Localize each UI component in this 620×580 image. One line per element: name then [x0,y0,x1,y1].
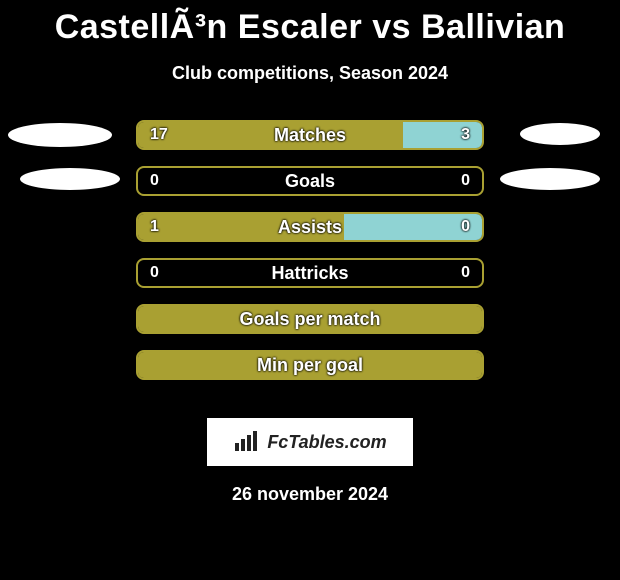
stat-label: Goals [138,168,482,194]
stat-label: Matches [138,122,482,148]
stat-label: Assists [138,214,482,240]
footer-date: 26 november 2024 [0,484,620,505]
bar-group: 1 Assists 0 [136,212,484,242]
stat-label: Min per goal [138,352,482,378]
stat-right-value: 0 [461,168,470,194]
stat-row-hattricks: 0 Hattricks 0 [0,258,620,288]
bar-group: Min per goal [136,350,484,380]
chart-icon [233,431,261,453]
stat-right-value: 0 [461,214,470,240]
stat-right-value: 3 [461,122,470,148]
stat-label: Goals per match [138,306,482,332]
stat-row-goals: 0 Goals 0 [0,166,620,196]
stat-row-goals-per-match: Goals per match [0,304,620,334]
subtitle: Club competitions, Season 2024 [0,63,620,84]
bar-group: 0 Goals 0 [136,166,484,196]
brand-logo: FcTables.com [207,418,413,466]
page-title: CastellÃ³n Escaler vs Ballivian [0,0,620,47]
bar-group: 17 Matches 3 [136,120,484,150]
stat-row-assists: 1 Assists 0 [0,212,620,242]
brand-text: FcTables.com [267,432,386,453]
bar-group: 0 Hattricks 0 [136,258,484,288]
stat-row-matches: 17 Matches 3 [0,120,620,150]
stat-label: Hattricks [138,260,482,286]
bar-group: Goals per match [136,304,484,334]
stat-right-value: 0 [461,260,470,286]
stat-row-min-per-goal: Min per goal [0,350,620,380]
comparison-chart: 17 Matches 3 0 Goals 0 1 Assists 0 0 H [0,120,620,400]
